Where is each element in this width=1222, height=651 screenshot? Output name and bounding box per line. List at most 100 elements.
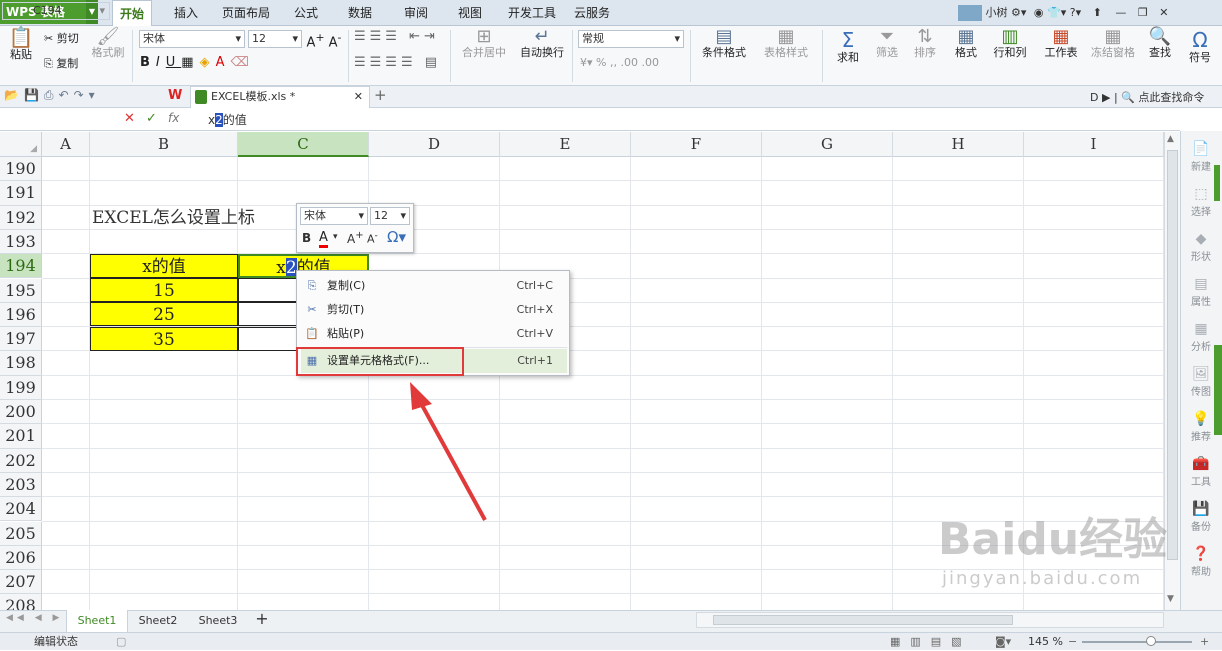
menu-tab-home[interactable]: 开始 [112,0,152,27]
font-name-select[interactable]: 宋体 ▾ [139,30,245,48]
row-header[interactable]: 200 [0,400,42,425]
column-header-c[interactable]: C [238,132,369,157]
number-buttons[interactable]: ¥▾ % ,‚ .00 .00 [580,56,684,70]
row-header[interactable]: 191 [0,181,42,206]
cell-b194[interactable]: x的值 [90,254,238,279]
d-icon[interactable]: D [1090,91,1098,104]
freeze-panes-button[interactable]: ▦ 冻结窗格 [1088,28,1138,60]
view-mode-icons[interactable]: ▦▥▤▧ [890,633,972,651]
command-search[interactable]: D ▶ | 🔍 点此查找命令 [1090,89,1220,105]
row-header[interactable]: 195 [0,278,42,303]
cell-b197[interactable]: 35 [90,327,238,352]
restore-ribbon-icon[interactable]: ⬆ [1093,6,1102,19]
minimize-icon[interactable]: — [1115,6,1126,19]
percent-button[interactable]: % [596,56,606,69]
undo-icon[interactable]: ↶ [59,88,74,102]
print-icon[interactable]: ⎙ [44,88,59,102]
save-icon[interactable]: 💾 [24,88,44,102]
sheet-tab-2[interactable]: Sheet2 [130,610,186,632]
font-grow-shrink[interactable]: A+ A- [306,31,342,50]
font-size-select[interactable]: 12 ▾ [248,30,302,48]
name-box[interactable]: C194 ▾ [2,2,110,20]
eye-care-icon[interactable]: ◙▾ [995,633,1011,651]
row-header[interactable]: 192 [0,205,42,230]
mini-font-size-select[interactable]: 12 ▾ [370,207,410,225]
rows-cols-button[interactable]: ▥ 行和列 [988,28,1032,60]
sidebar-shape[interactable]: ◆ 形状 [1180,230,1222,274]
filter-button[interactable]: ⏷ 筛选 [870,28,904,60]
close-tab-icon[interactable]: ✕ [354,87,363,107]
menu-tab-insert[interactable]: 插入 [166,0,206,26]
copy-button[interactable]: ⎘ 复制 [44,57,88,71]
table-style-button[interactable]: ▦ 表格样式 [756,28,816,60]
format-painter-button[interactable]: 🖌 格式刷 [90,28,126,60]
italic-icon[interactable]: I [156,55,166,70]
bold-icon[interactable]: B [140,55,156,70]
column-header-d[interactable]: D [369,132,500,157]
align-horizontal-buttons[interactable]: ☰☰☰☰ ▤ [354,56,446,70]
row-header[interactable]: 198 [0,351,42,376]
sidebar-expand-handle[interactable] [1214,345,1222,435]
wrap-text-button[interactable]: ↵ 自动换行 [516,28,568,60]
paste-button[interactable]: 📋 粘贴 [4,27,38,62]
column-header-i[interactable]: I [1024,132,1164,157]
mini-symbol-icon[interactable]: Ω▾ [387,228,406,246]
sort-button[interactable]: ⇅ 排序 [908,28,942,60]
border-icon[interactable]: ▦ [181,55,199,70]
sidebar-tools[interactable]: 🧰 工具 [1180,455,1222,499]
zoom-in-icon[interactable]: + [1200,633,1209,651]
row-header[interactable]: 205 [0,521,42,546]
context-menu-cut[interactable]: ✂ 剪切(T) Ctrl+X [301,298,567,322]
column-header-e[interactable]: E [500,132,631,157]
sheet-tab-1[interactable]: Sheet1 [66,610,128,632]
menu-tab-page-layout[interactable]: 页面布局 [216,0,276,26]
row-header[interactable]: 206 [0,545,42,571]
close-icon[interactable]: ✕ [1159,6,1168,19]
mini-font-name-select[interactable]: 宋体 ▾ [300,207,368,225]
row-header[interactable]: 193 [0,229,42,255]
row-header[interactable]: 208 [0,594,42,610]
row-header[interactable]: 194 [0,254,42,279]
zoom-out-icon[interactable]: − [1068,633,1077,651]
formula-input[interactable]: x2的值 [208,111,1108,129]
row-header[interactable]: 199 [0,375,42,400]
cut-button[interactable]: ✂ 剪切 [44,32,88,46]
scroll-up-icon[interactable]: ▲ [1167,134,1174,144]
row-header[interactable]: 204 [0,497,42,522]
cancel-edit-icon[interactable]: ✕ [124,111,135,126]
add-sheet-icon[interactable]: + [252,608,272,630]
align-top-buttons[interactable]: ☰☰☰ ⇤⇥ [354,30,446,44]
cell-b195[interactable]: 15 [90,278,238,303]
row-header[interactable]: 201 [0,424,42,449]
column-header-f[interactable]: F [631,132,762,157]
mini-font-grow-icon[interactable]: A+ [347,230,364,246]
font-style-buttons[interactable]: BIU▦◈A⌫ [140,56,340,70]
worksheet-button[interactable]: ▦ 工作表 [1038,28,1084,60]
menu-tab-data[interactable]: 数据 [340,0,380,26]
scroll-thumb[interactable] [1167,150,1178,560]
insert-function-icon[interactable]: fx [168,111,179,125]
avatar[interactable] [958,5,982,21]
maximize-icon[interactable]: ❐ [1138,6,1148,19]
sidebar-properties[interactable]: ▤ 属性 [1180,275,1222,319]
format-button[interactable]: ▦ 格式 [948,28,984,60]
user-name[interactable]: 小树 [986,6,1008,19]
context-menu-copy[interactable]: ⎘ 复制(C) Ctrl+C [301,274,567,298]
menu-tab-developer[interactable]: 开发工具 [504,0,560,26]
redo-icon[interactable]: ↷ [74,88,89,102]
zoom-slider-thumb[interactable] [1146,636,1156,646]
select-all-corner[interactable]: ◢ [0,132,42,157]
number-format-select[interactable]: 常规 ▾ [578,30,684,48]
cell-title[interactable]: EXCEL怎么设置上标 [92,206,255,230]
column-header-b[interactable]: B [90,132,238,157]
mini-bold-button[interactable]: B [302,231,311,245]
menu-tab-review[interactable]: 审阅 [396,0,436,26]
row-header[interactable]: 190 [0,157,42,182]
mini-font-shrink-icon[interactable]: A- [367,230,378,246]
new-tab-icon[interactable]: + [374,86,387,104]
chevron-down-icon[interactable]: ▾ [333,232,338,242]
document-tab[interactable]: EXCEL模板.xls * ✕ [190,86,370,108]
confirm-edit-icon[interactable]: ✓ [146,111,157,126]
column-header-g[interactable]: G [762,132,893,157]
column-header-h[interactable]: H [893,132,1024,157]
